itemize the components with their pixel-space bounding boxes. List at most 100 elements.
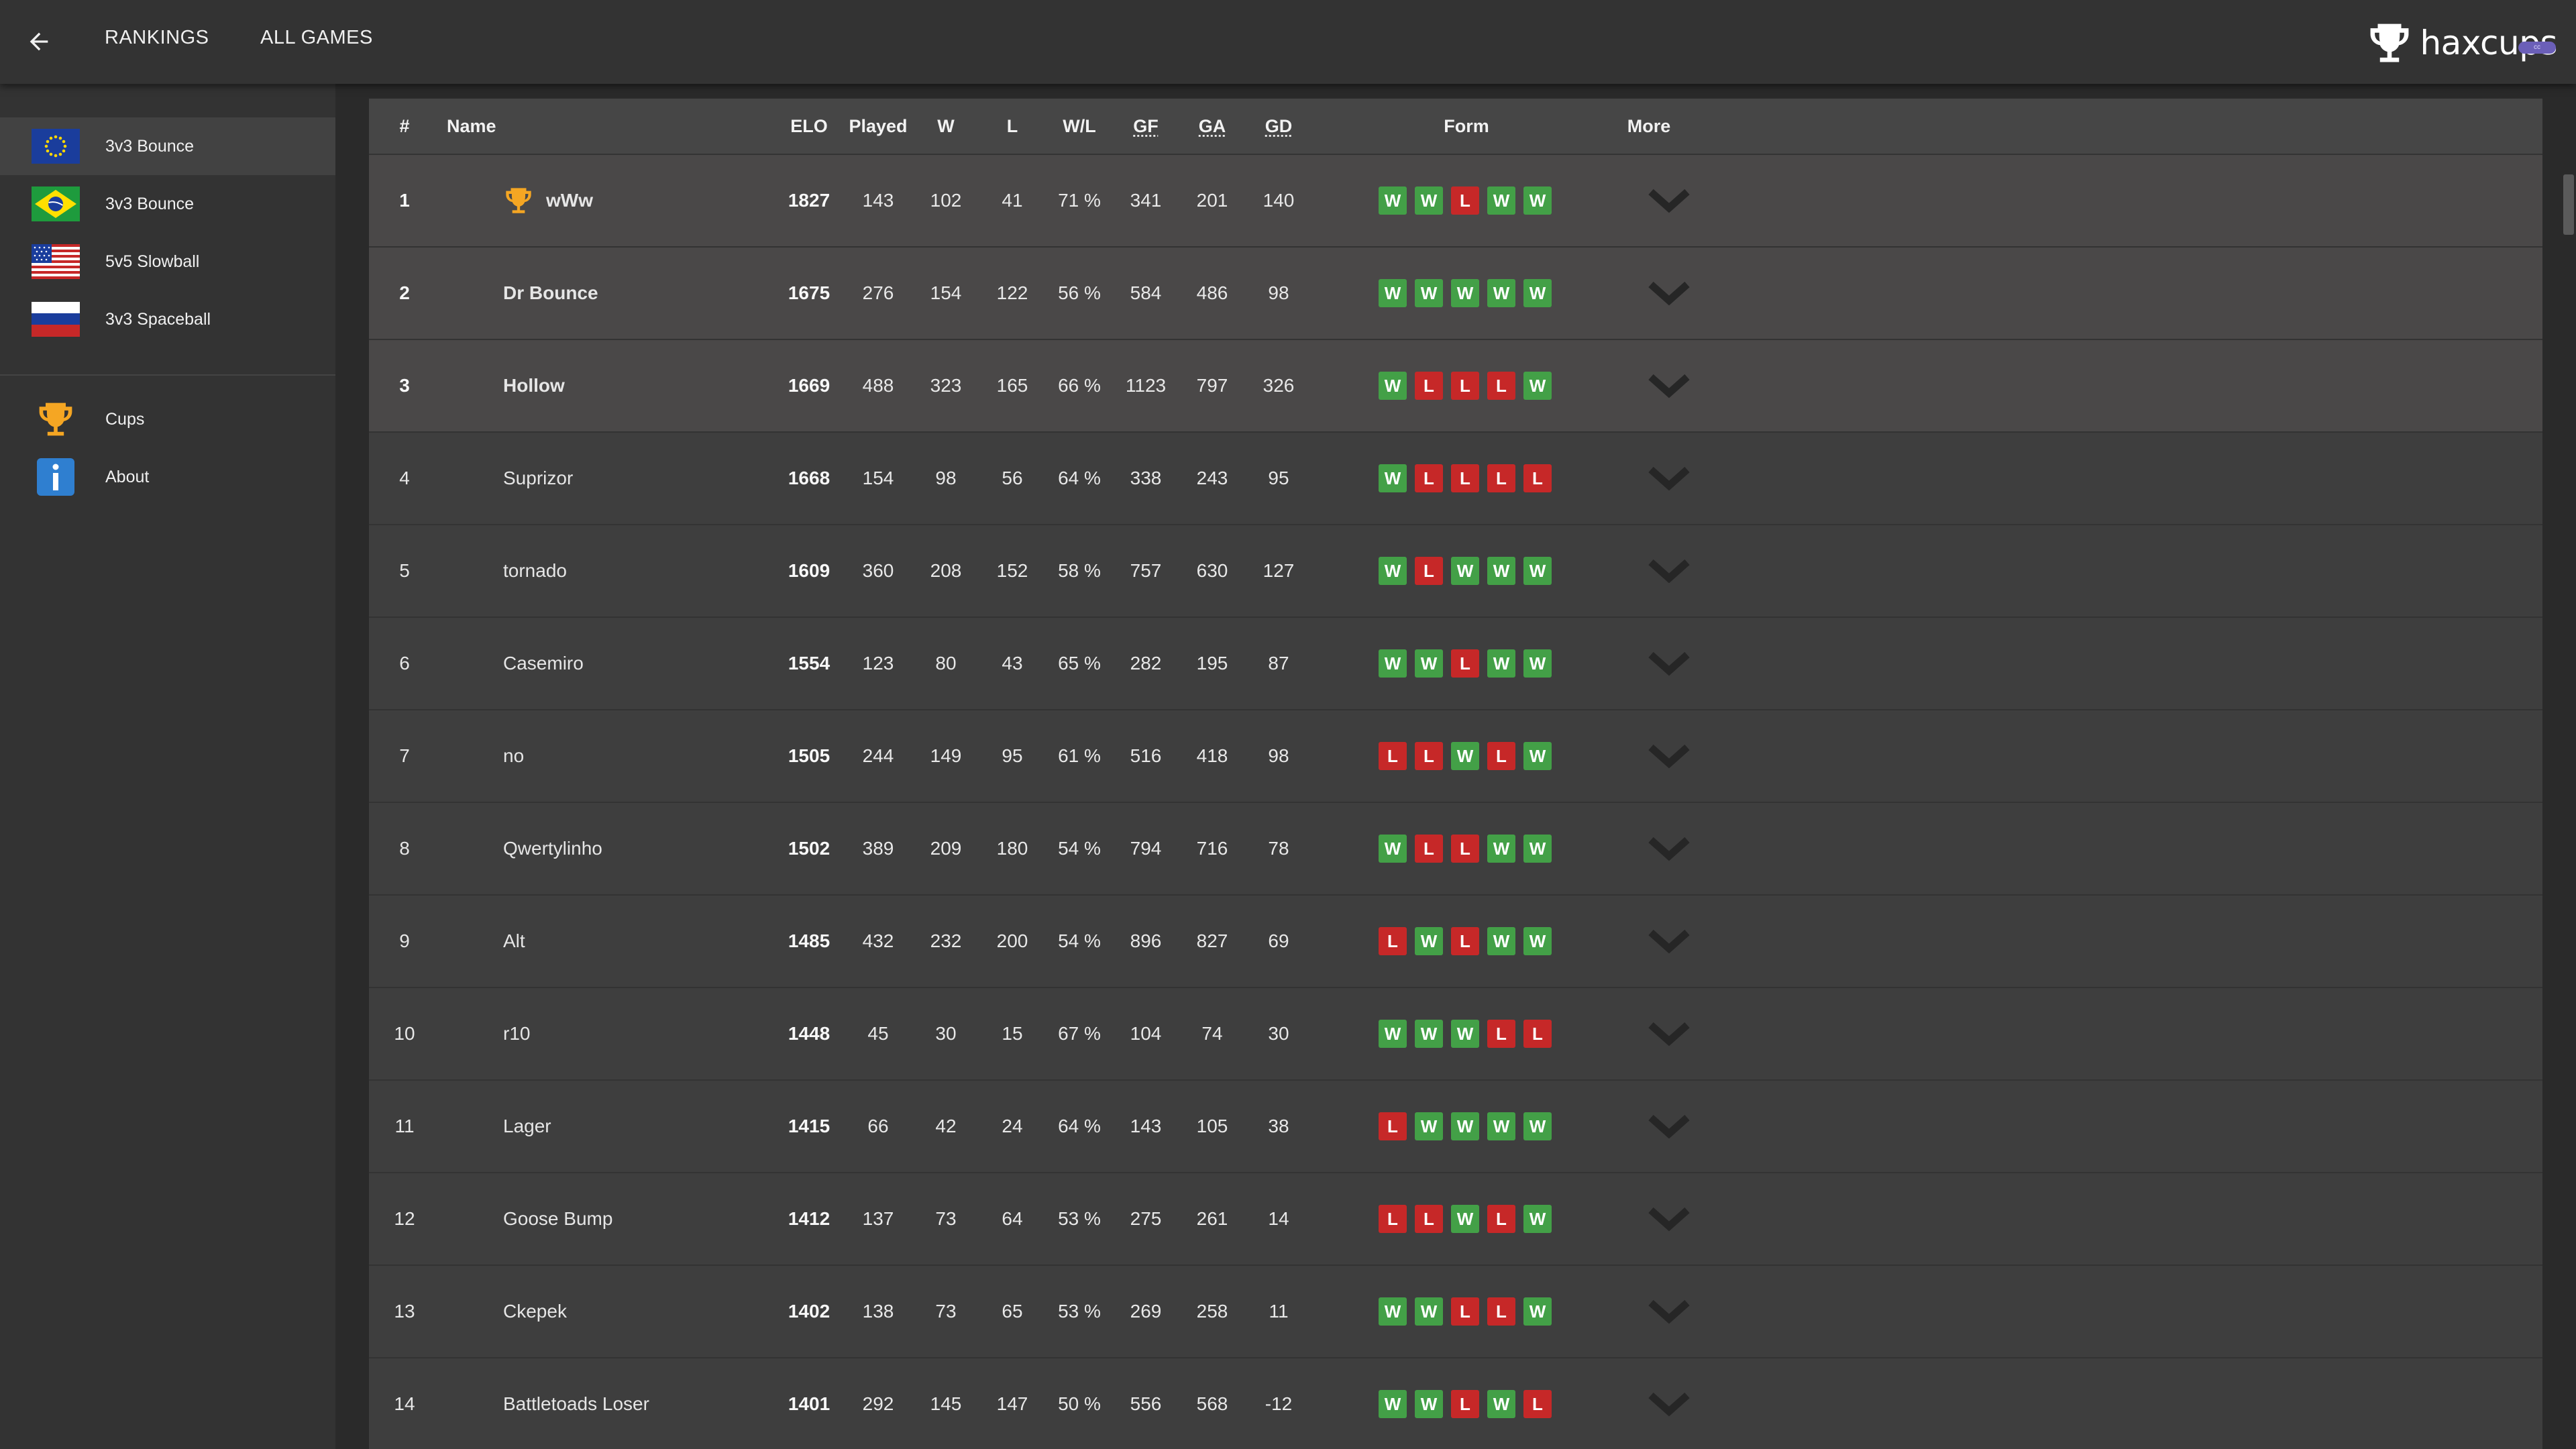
- player-name-cell[interactable]: Goose Bump: [503, 1208, 612, 1230]
- table-row[interactable]: 13 1402 138 73 65 53 % 269 258 11 Ckepek W W L L W: [369, 1266, 2542, 1358]
- loss-badge[interactable]: L: [1451, 464, 1479, 492]
- win-badge[interactable]: W: [1415, 1112, 1443, 1140]
- win-badge[interactable]: W: [1415, 649, 1443, 678]
- win-badge[interactable]: W: [1487, 649, 1515, 678]
- player-name-cell[interactable]: wWw: [503, 185, 593, 216]
- chevron-down-icon[interactable]: [1646, 1387, 1693, 1421]
- player-name-cell[interactable]: Ckepek: [503, 1301, 567, 1322]
- sidebar-item-3v3-bounce-eu[interactable]: 3v3 Bounce: [0, 117, 335, 175]
- player-name-cell[interactable]: tornado: [503, 560, 567, 582]
- win-badge[interactable]: W: [1523, 1205, 1552, 1233]
- loss-badge[interactable]: L: [1415, 372, 1443, 400]
- win-badge[interactable]: W: [1523, 649, 1552, 678]
- table-row[interactable]: 5 1609 360 208 152 58 % 757 630 127 tornado W L W W W: [369, 525, 2542, 618]
- win-badge[interactable]: W: [1523, 1297, 1552, 1326]
- win-badge[interactable]: W: [1487, 835, 1515, 863]
- loss-badge[interactable]: L: [1379, 927, 1407, 955]
- loss-badge[interactable]: L: [1451, 927, 1479, 955]
- loss-badge[interactable]: L: [1523, 1020, 1552, 1048]
- win-badge[interactable]: W: [1523, 186, 1552, 215]
- win-badge[interactable]: W: [1523, 835, 1552, 863]
- loss-badge[interactable]: L: [1487, 464, 1515, 492]
- loss-badge[interactable]: L: [1415, 1205, 1443, 1233]
- win-badge[interactable]: W: [1523, 927, 1552, 955]
- table-row[interactable]: 9 1485 432 232 200 54 % 896 827 69 Alt L W L W W: [369, 896, 2542, 988]
- header-rank[interactable]: #: [399, 116, 409, 137]
- header-name[interactable]: Name: [447, 116, 496, 137]
- win-badge[interactable]: W: [1379, 1297, 1407, 1326]
- loss-badge[interactable]: L: [1523, 464, 1552, 492]
- chevron-down-icon[interactable]: [1646, 647, 1693, 680]
- player-name-cell[interactable]: Lager: [503, 1116, 551, 1137]
- header-gf[interactable]: GF: [1133, 116, 1159, 137]
- table-row[interactable]: 1 1827 143 102 41 71 % 341 201 140 wWw W W L W W: [369, 155, 2542, 248]
- win-badge[interactable]: W: [1415, 1297, 1443, 1326]
- chevron-down-icon[interactable]: [1646, 832, 1693, 865]
- loss-badge[interactable]: L: [1451, 649, 1479, 678]
- win-badge[interactable]: W: [1415, 1020, 1443, 1048]
- win-badge[interactable]: W: [1523, 742, 1552, 770]
- header-l[interactable]: L: [1007, 116, 1018, 137]
- win-badge[interactable]: W: [1379, 835, 1407, 863]
- loss-badge[interactable]: L: [1415, 742, 1443, 770]
- chevron-down-icon[interactable]: [1646, 1017, 1693, 1051]
- chevron-down-icon[interactable]: [1646, 924, 1693, 958]
- win-badge[interactable]: W: [1379, 464, 1407, 492]
- loss-badge[interactable]: L: [1379, 1205, 1407, 1233]
- header-wl[interactable]: W/L: [1063, 116, 1095, 137]
- win-badge[interactable]: W: [1379, 557, 1407, 585]
- win-badge[interactable]: W: [1415, 279, 1443, 307]
- win-badge[interactable]: W: [1415, 927, 1443, 955]
- header-elo[interactable]: ELO: [790, 116, 828, 137]
- loss-badge[interactable]: L: [1451, 372, 1479, 400]
- win-badge[interactable]: W: [1487, 1112, 1515, 1140]
- win-badge[interactable]: W: [1451, 1020, 1479, 1048]
- page-scrollbar[interactable]: [2561, 84, 2576, 1449]
- sidebar-item-about[interactable]: About: [0, 448, 335, 506]
- win-badge[interactable]: W: [1415, 186, 1443, 215]
- loss-badge[interactable]: L: [1415, 835, 1443, 863]
- player-name-cell[interactable]: Hollow: [503, 375, 565, 396]
- header-gd[interactable]: GD: [1265, 116, 1293, 137]
- win-badge[interactable]: W: [1379, 279, 1407, 307]
- win-badge[interactable]: W: [1451, 1205, 1479, 1233]
- loss-badge[interactable]: L: [1451, 186, 1479, 215]
- player-name-cell[interactable]: r10: [503, 1023, 530, 1044]
- loss-badge[interactable]: L: [1451, 835, 1479, 863]
- chevron-down-icon[interactable]: [1646, 369, 1693, 402]
- table-row[interactable]: 7 1505 244 149 95 61 % 516 418 98 no L L W L W: [369, 710, 2542, 803]
- loss-badge[interactable]: L: [1487, 1205, 1515, 1233]
- table-row[interactable]: 6 1554 123 80 43 65 % 282 195 87 Casemiro W W L W W: [369, 618, 2542, 710]
- win-badge[interactable]: W: [1487, 927, 1515, 955]
- chevron-down-icon[interactable]: [1646, 554, 1693, 588]
- loss-badge[interactable]: L: [1487, 742, 1515, 770]
- back-arrow-icon[interactable]: [19, 21, 59, 62]
- win-badge[interactable]: W: [1379, 649, 1407, 678]
- loss-badge[interactable]: L: [1523, 1390, 1552, 1418]
- player-name-cell[interactable]: Casemiro: [503, 653, 584, 674]
- loss-badge[interactable]: L: [1451, 1297, 1479, 1326]
- loss-badge[interactable]: L: [1451, 1390, 1479, 1418]
- win-badge[interactable]: W: [1487, 186, 1515, 215]
- loss-badge[interactable]: L: [1379, 742, 1407, 770]
- sidebar-item-3v3-spaceball[interactable]: 3v3 Spaceball: [0, 290, 335, 348]
- player-name-cell[interactable]: Dr Bounce: [503, 282, 598, 304]
- table-row[interactable]: 12 1412 137 73 64 53 % 275 261 14 Goose Bump L L W L W: [369, 1173, 2542, 1266]
- loss-badge[interactable]: L: [1487, 372, 1515, 400]
- loss-badge[interactable]: L: [1415, 557, 1443, 585]
- win-badge[interactable]: W: [1451, 742, 1479, 770]
- sidebar-item-cups[interactable]: Cups: [0, 390, 335, 448]
- header-ga[interactable]: GA: [1199, 116, 1226, 137]
- header-played[interactable]: Played: [849, 116, 907, 137]
- player-name-cell[interactable]: no: [503, 745, 524, 767]
- loss-badge[interactable]: L: [1487, 1020, 1515, 1048]
- chevron-down-icon[interactable]: [1646, 1295, 1693, 1328]
- header-w[interactable]: W: [937, 116, 954, 137]
- win-badge[interactable]: W: [1451, 1112, 1479, 1140]
- win-badge[interactable]: W: [1523, 557, 1552, 585]
- win-badge[interactable]: W: [1487, 279, 1515, 307]
- player-name-cell[interactable]: Battletoads Loser: [503, 1393, 649, 1415]
- chevron-down-icon[interactable]: [1646, 276, 1693, 310]
- table-row[interactable]: 4 1668 154 98 56 64 % 338 243 95 Suprizor W L L L L: [369, 433, 2542, 525]
- win-badge[interactable]: W: [1379, 1020, 1407, 1048]
